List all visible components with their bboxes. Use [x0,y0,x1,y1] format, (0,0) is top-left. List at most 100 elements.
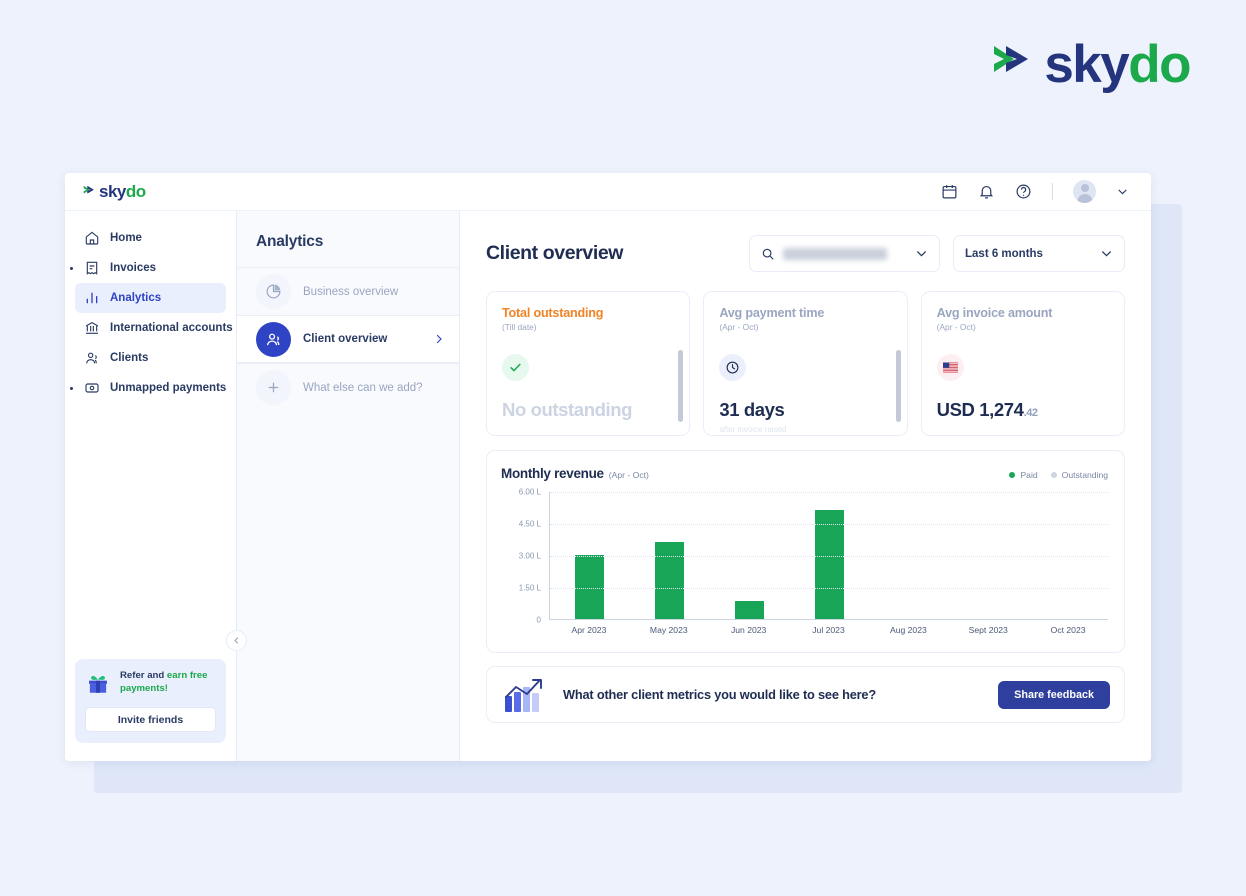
card-subtitle: (Apr - Oct) [719,322,759,332]
invite-friends-button[interactable]: Invite friends [85,707,216,732]
main-header: Client overview Smith & Sons LLC Last 6 … [486,235,1125,272]
chevron-down-icon [1102,251,1111,257]
chart-legend: Paid Outstanding [1009,470,1108,480]
card-scrollbar[interactable] [895,350,901,422]
chart-header: Monthly revenue (Apr - Oct) Paid Outstan… [501,466,1108,481]
calendar-icon[interactable] [941,183,958,200]
chart-y-tick: 3.00 L [518,551,541,561]
people-icon-wrap [256,321,291,357]
chart-x-tick: Jul 2023 [812,625,845,635]
topbar-divider [1052,183,1053,200]
metric-cards: Total outstanding (Till date) No outstan… [486,291,1125,436]
refer-card: Refer and earn free payments! Invite fri… [75,659,226,743]
chart-gridline [550,524,1108,525]
chart-x-tick: Aug 2023 [889,625,927,635]
card-value: 31 days [719,399,785,420]
app-window: skydo Home Invoices Analytics Internatio… [65,173,1151,761]
plus-icon-wrap [256,370,291,405]
date-range-select[interactable]: Last 6 months [953,235,1125,272]
share-feedback-button[interactable]: Share feedback [998,680,1110,709]
sidebar-item-home[interactable]: Home [75,223,226,253]
chart-x-tick: Oct 2023 [1050,625,1086,635]
legend-label: Paid [1020,470,1038,480]
sidebar-item-label: Analytics [110,292,162,304]
sidebar-item-clients[interactable]: Clients [75,343,226,373]
card-value: No outstanding [502,399,633,420]
chart-bar[interactable] [814,510,844,619]
bell-icon[interactable] [978,183,995,200]
client-search-value: Smith & Sons LLC [783,247,888,260]
metric-card-avg-payment-time: Avg payment time (Apr - Oct) 31 days aft… [703,291,908,436]
avatar[interactable] [1073,180,1096,203]
chart-y-tick: 1.50 L [518,583,541,593]
subpanel-item-label: Business overview [303,285,399,298]
people-icon [267,333,280,345]
filter-controls: Smith & Sons LLC Last 6 months [749,235,1125,272]
chart-bar[interactable] [655,542,685,619]
chart-y-tick: 0 [536,615,541,625]
topbar-brand-do: do [125,182,146,201]
chevron-down-icon[interactable] [1116,185,1129,198]
sidebar-item-label: Clients [110,352,149,364]
chart-x-axis: Apr 2023 May 2023 Jun 2023 Jul 2023 Aug 2023… [549,625,1108,635]
monthly-revenue-chart: Monthly revenue (Apr - Oct) Paid Outstan… [486,450,1125,653]
card-value: USD 1,274.42 [937,399,1038,421]
chevron-down-icon [917,251,926,257]
home-icon [85,231,99,245]
chart-plot [549,492,1108,620]
card-title: Total outstanding [502,306,604,320]
sidebar-item-analytics[interactable]: Analytics [75,283,226,313]
card-subtitle: (Till date) [502,322,537,332]
chart-x-tick: Jun 2023 [730,625,767,635]
bar-chart-icon [86,292,98,304]
gift-icon [89,676,107,693]
client-search-select[interactable]: Smith & Sons LLC [749,235,940,272]
subpanel-item-what-else[interactable]: What else can we add? [237,363,459,411]
chart-y-tick: 4.50 L [518,519,541,529]
sidebar-item-unmapped-payments[interactable]: Unmapped payments [70,373,227,403]
legend-item-outstanding[interactable]: Outstanding [1050,470,1108,480]
sidebar-item-invoices[interactable]: Invoices [70,253,226,283]
sidebar-item-label: Invoices [110,262,157,274]
page-title: Client overview [486,242,624,264]
help-icon[interactable] [1015,183,1032,200]
chart-gridline [550,556,1108,557]
refer-headline-row: Refer and earn free payments! [85,670,216,696]
chart-gridline [550,492,1108,493]
subpanel-item-business-overview[interactable]: Business overview [237,267,459,315]
card-value-decimals: .42 [1023,407,1038,419]
refer-headline-plain: Refer and [120,670,167,681]
feedback-banner-text: What other client metrics you would like… [563,687,876,702]
card-scrollbar[interactable] [678,350,684,422]
us-flag-icon [942,362,958,373]
people-icon [86,352,97,364]
main-content: Client overview Smith & Sons LLC Last 6 … [460,211,1151,761]
clock-icon-wrap [719,354,747,381]
chevron-right-icon [436,334,442,344]
sidebar-item-label: Unmapped payments [110,382,227,394]
search-icon [762,248,774,260]
chart-bar[interactable] [734,600,764,619]
check-circle-icon-wrap [502,354,529,381]
window-body: Home Invoices Analytics International ac… [65,211,1151,761]
card-note: after invoice raised [719,425,787,434]
chart-bar[interactable] [575,555,605,619]
card-value-main: USD 1,274 [936,399,1024,420]
chart-y-axis: 0 1.50 L 3.00 L 4.50 L 6.00 L [501,488,547,625]
chart-x-tick: May 2023 [649,625,688,635]
topbar-logo[interactable]: skydo [83,183,146,200]
legend-item-paid[interactable]: Paid [1009,470,1038,480]
legend-bullet [1050,472,1057,478]
brand-wordmark: skydo [1044,38,1191,91]
sidebar-collapse-button[interactable] [226,630,247,651]
subpanel-item-label: Client overview [303,333,388,345]
page-brand-logo: skydo [992,38,1191,91]
subpanel-item-client-overview[interactable]: Client overview [237,315,459,363]
us-flag-icon-wrap [936,354,964,381]
chart-subtitle: (Apr - Oct) [608,470,649,480]
skydo-chevron-icon [83,185,94,194]
sidebar-item-international-accounts[interactable]: International accounts [75,313,233,343]
topbar-actions [941,180,1129,203]
invoice-icon [86,261,98,275]
card-title: Avg payment time [719,306,825,320]
